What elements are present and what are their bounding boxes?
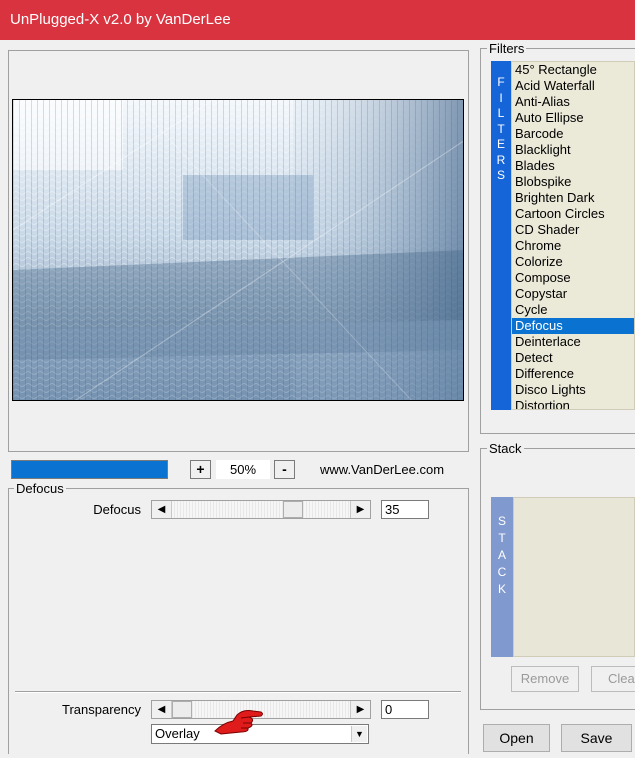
filters-tab-letter: S (496, 168, 505, 182)
slider-right-arrow-icon[interactable]: ▶ (350, 501, 370, 518)
clear-button[interactable]: Clear (591, 666, 635, 692)
filters-tab-letter: L (497, 106, 505, 120)
filter-item[interactable]: Colorize (512, 254, 634, 270)
filter-item[interactable]: Copystar (512, 286, 634, 302)
stack-tab-letter: K (497, 582, 506, 596)
filter-item[interactable]: Cartoon Circles (512, 206, 634, 222)
filters-tab-letter: R (496, 152, 506, 167)
filter-item[interactable]: Compose (512, 270, 634, 286)
website-link[interactable]: www.VanDerLee.com (320, 460, 444, 479)
remove-button[interactable]: Remove (511, 666, 579, 692)
defocus-group-title: Defocus (14, 481, 66, 496)
slider-thumb[interactable] (172, 701, 192, 718)
filters-tab-letter: E (496, 137, 505, 151)
stack-vertical-tab: STACK (491, 497, 513, 657)
slider-right-arrow-icon[interactable]: ▶ (350, 701, 370, 718)
progress-bar (11, 460, 168, 479)
filter-item[interactable]: Blades (512, 158, 634, 174)
blend-mode-value: Overlay (155, 726, 200, 741)
transparency-label: Transparency (62, 702, 141, 717)
stack-tab-letter: S (497, 514, 506, 528)
zoom-in-button[interactable]: + (190, 460, 211, 479)
stack-group-title: Stack (487, 441, 524, 456)
stack-list[interactable] (513, 497, 635, 657)
pointing-hand-icon (213, 705, 265, 738)
defocus-label: Defocus (93, 502, 141, 517)
window-title: UnPlugged-X v2.0 by VanDerLee (0, 0, 635, 40)
filters-list[interactable]: 45° Rectangle Acid Waterfall Anti-Alias Aut… (511, 61, 635, 410)
stack-tab-letter: T (498, 531, 506, 545)
filters-tab-letter: T (497, 121, 505, 136)
filter-item[interactable]: Acid Waterfall (512, 78, 634, 94)
filters-vertical-tab: FILTERS (491, 61, 511, 410)
filter-item[interactable]: 45° Rectangle (512, 62, 634, 78)
save-button[interactable]: Save (561, 724, 632, 752)
filter-item[interactable]: Cycle (512, 302, 634, 318)
filters-tab-letter: F (497, 75, 505, 89)
dropdown-arrow-icon[interactable]: ▼ (351, 726, 367, 742)
defocus-slider[interactable]: ◀ ▶ (151, 500, 371, 519)
filter-item[interactable]: Blacklight (512, 142, 634, 158)
filter-item[interactable]: CD Shader (512, 222, 634, 238)
open-button[interactable]: Open (483, 724, 550, 752)
preview-artwork (13, 100, 463, 400)
zoom-level: 50% (216, 460, 270, 479)
filter-item[interactable]: Disco Lights (512, 382, 634, 398)
divider (15, 691, 461, 693)
filters-group-title: Filters (487, 41, 527, 56)
preview-image[interactable] (12, 99, 464, 401)
stack-tab-letter: A (497, 548, 506, 562)
stack-tab-letter: C (497, 565, 507, 579)
filter-item[interactable]: Auto Ellipse (512, 110, 634, 126)
filter-item[interactable]: Distortion (512, 398, 634, 409)
defocus-value-input[interactable]: 35 (381, 500, 429, 519)
slider-left-arrow-icon[interactable]: ◀ (152, 701, 172, 718)
transparency-value-input[interactable]: 0 (381, 700, 429, 719)
filter-item[interactable]: Brighten Dark (512, 190, 634, 206)
filters-tab-letter: I (499, 90, 503, 105)
filter-item[interactable]: Defocus (512, 318, 634, 334)
slider-thumb[interactable] (282, 501, 303, 518)
filter-item[interactable]: Difference (512, 366, 634, 382)
filter-item[interactable]: Barcode (512, 126, 634, 142)
filter-item[interactable]: Blobspike (512, 174, 634, 190)
filter-item[interactable]: Anti-Alias (512, 94, 634, 110)
slider-track[interactable] (172, 501, 350, 518)
filter-item[interactable]: Chrome (512, 238, 634, 254)
slider-left-arrow-icon[interactable]: ◀ (152, 501, 172, 518)
filter-item[interactable]: Detect (512, 350, 634, 366)
filter-item[interactable]: Deinterlace (512, 334, 634, 350)
zoom-out-button[interactable]: - (274, 460, 295, 479)
